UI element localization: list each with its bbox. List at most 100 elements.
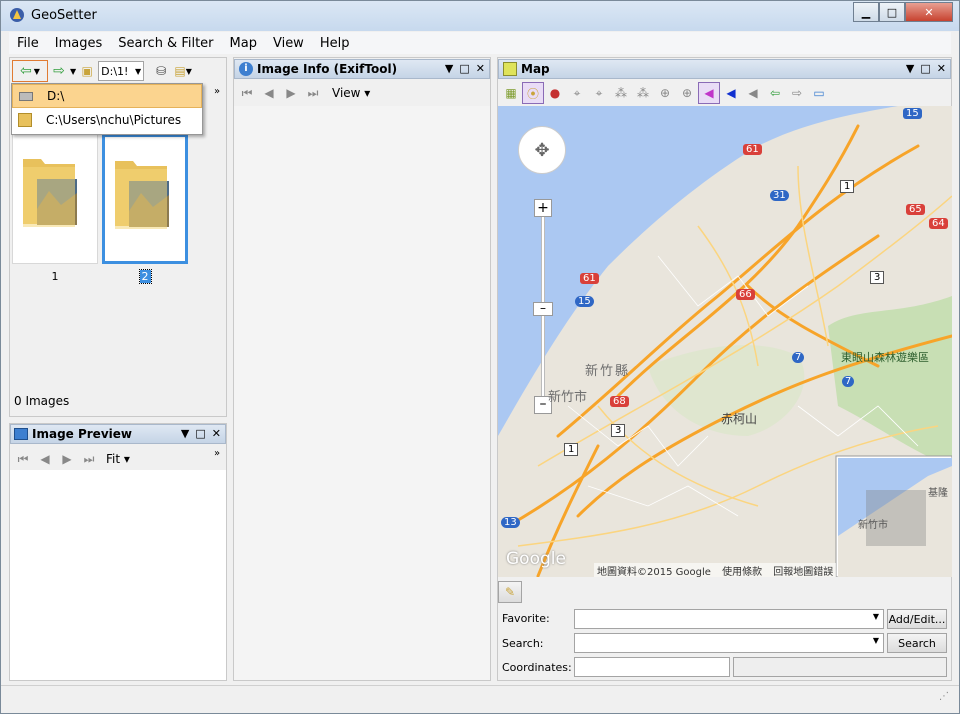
pin-dropdown-icon[interactable]: ▼: [181, 427, 189, 440]
preview-toolbar: ⏮ ◀ ▶ ⏭ Fit ▾: [12, 446, 226, 472]
menu-search-filter[interactable]: Search & Filter: [110, 36, 221, 51]
thumbnail-1[interactable]: [12, 134, 98, 264]
highway-shield: 15: [903, 108, 922, 119]
terms-link[interactable]: 使用條款: [722, 567, 762, 577]
map-canvas[interactable]: ✥ + – – 東眼山森林遊樂區 新竹縣 新竹市 赤柯山 新竹市 基隆 15 6…: [498, 106, 952, 577]
place-label: 新竹縣: [585, 364, 631, 379]
preview-canvas: [10, 470, 226, 680]
first-icon[interactable]: ⏮: [12, 448, 34, 470]
float-icon[interactable]: □: [459, 62, 469, 75]
marker-mode-icon[interactable]: ⦿: [522, 82, 544, 104]
coordinates-field-2[interactable]: [733, 657, 947, 677]
sync-folder-icon[interactable]: ⛁: [150, 60, 172, 82]
info-table-area: [234, 106, 490, 680]
next-icon[interactable]: ▶: [56, 448, 78, 470]
menu-images[interactable]: Images: [47, 36, 111, 51]
highway-shield: 3: [611, 424, 626, 437]
title-bar: GeoSetter ▁ □ ✕: [1, 1, 959, 31]
menu-help[interactable]: Help: [312, 36, 358, 51]
back-dropdown-button[interactable]: ⇦ ▼: [12, 60, 48, 82]
highway-shield: 65: [906, 204, 925, 215]
highway-shield: 31: [770, 190, 789, 201]
favorite-add-edit-button[interactable]: Add/Edit...: [887, 609, 947, 629]
folder-up-icon[interactable]: ▣: [76, 60, 98, 82]
path-combo[interactable]: D:\1! ▼: [98, 61, 145, 81]
drive-icon: [19, 91, 33, 101]
close-panel-icon[interactable]: ✕: [212, 427, 221, 440]
favorite-combo[interactable]: ▼: [574, 609, 884, 629]
float-icon[interactable]: □: [920, 62, 930, 75]
close-panel-icon[interactable]: ✕: [937, 62, 946, 75]
history-item-d-drive[interactable]: D:\: [12, 84, 202, 108]
folder-options-icon[interactable]: ▤ ▼: [172, 60, 194, 82]
float-icon[interactable]: □: [195, 427, 205, 440]
zoom-marker-icon[interactable]: ⊕: [654, 82, 676, 104]
fit-dropdown[interactable]: Fit ▾: [106, 452, 130, 466]
pin-dropdown-icon[interactable]: ▼: [906, 62, 914, 75]
marker-remove-icon[interactable]: ⌖: [588, 82, 610, 104]
track-gray-icon[interactable]: ◀: [742, 82, 764, 104]
close-button[interactable]: ✕: [905, 2, 953, 22]
zoom-all-icon[interactable]: ⊕: [676, 82, 698, 104]
thumbnail-2[interactable]: [102, 134, 188, 264]
map-toolbar: ▦ ⦿ ● ⌖ ⌖ ⁂ ⁂ ⊕ ⊕ ◀ ◀ ◀ ⇦ ⇨ ▭: [500, 80, 951, 106]
pin-dropdown-icon[interactable]: ▼: [445, 62, 453, 75]
edit-pencil-button[interactable]: ✎: [498, 581, 522, 603]
map-header: Map ▼ □ ✕: [498, 59, 951, 79]
place-label: 新竹市: [858, 520, 888, 531]
map-icon: [503, 62, 517, 76]
preview-overflow-icon[interactable]: »: [214, 448, 220, 459]
highway-shield: 1: [564, 443, 579, 456]
back-history-dropdown: D:\ C:\Users\nchu\Pictures: [11, 83, 203, 135]
folder-image-icon: [23, 159, 77, 227]
zoom-in-button[interactable]: +: [534, 199, 552, 217]
pan-control[interactable]: ✥: [518, 126, 566, 174]
coordinates-label: Coordinates:: [502, 661, 572, 674]
map-type-icon[interactable]: ▦: [500, 82, 522, 104]
forward-icon[interactable]: ⇨: [786, 82, 808, 104]
prev-icon[interactable]: ◀: [258, 82, 280, 104]
report-link[interactable]: 回報地圖錯誤: [773, 567, 833, 577]
info-panel: i Image Info (ExifTool) ▼ □ ✕ ⏮ ◀ ▶ ⏭ View…: [233, 57, 491, 681]
last-icon[interactable]: ⏭: [78, 448, 100, 470]
first-icon[interactable]: ⏮: [236, 82, 258, 104]
place-label: 赤柯山: [721, 412, 758, 426]
folder-pictures-icon: [18, 113, 32, 127]
comment-icon[interactable]: ▭: [808, 82, 830, 104]
track-magenta-icon[interactable]: ◀: [698, 82, 720, 104]
thumbnail-2-caption: 2: [138, 269, 152, 284]
menu-bar: File Images Search & Filter Map View Hel…: [9, 32, 951, 54]
menu-file[interactable]: File: [9, 36, 47, 51]
resize-grip-icon[interactable]: ⋰: [939, 691, 949, 702]
next-icon[interactable]: ▶: [280, 82, 302, 104]
view-dropdown[interactable]: View ▾: [332, 86, 370, 100]
coordinates-field[interactable]: [574, 657, 730, 677]
track-blue-icon[interactable]: ◀: [720, 82, 742, 104]
prev-icon[interactable]: ◀: [34, 448, 56, 470]
place-label: 基隆: [928, 488, 948, 499]
red-marker-icon[interactable]: ●: [544, 82, 566, 104]
close-panel-icon[interactable]: ✕: [476, 62, 485, 75]
footprints-icon[interactable]: ⁂: [632, 82, 654, 104]
back-icon[interactable]: ⇦: [764, 82, 786, 104]
preview-icon: [14, 428, 28, 440]
minimize-button[interactable]: ▁: [853, 2, 879, 22]
search-combo[interactable]: ▼: [574, 633, 884, 653]
zoom-slider-handle[interactable]: –: [533, 302, 553, 316]
menu-view[interactable]: View: [265, 36, 312, 51]
maximize-button[interactable]: □: [879, 2, 905, 22]
history-item-pictures[interactable]: C:\Users\nchu\Pictures: [12, 108, 202, 132]
highway-shield: 1: [840, 180, 855, 193]
highway-shield: 66: [736, 289, 755, 300]
menu-map[interactable]: Map: [222, 36, 265, 51]
search-button[interactable]: Search: [887, 633, 947, 653]
multi-marker-icon[interactable]: ⁂: [610, 82, 632, 104]
marker-gray-icon[interactable]: ⌖: [566, 82, 588, 104]
toolbar-overflow-icon[interactable]: »: [214, 86, 220, 97]
highway-shield: 64: [929, 218, 948, 229]
last-icon[interactable]: ⏭: [302, 82, 324, 104]
map-attribution: 地圖資料©2015 Google 使用條款 回報地圖錯誤: [594, 563, 837, 577]
window-title: GeoSetter: [31, 8, 97, 23]
highway-shield: 15: [575, 296, 594, 307]
forward-icon[interactable]: ⇨: [48, 60, 70, 82]
